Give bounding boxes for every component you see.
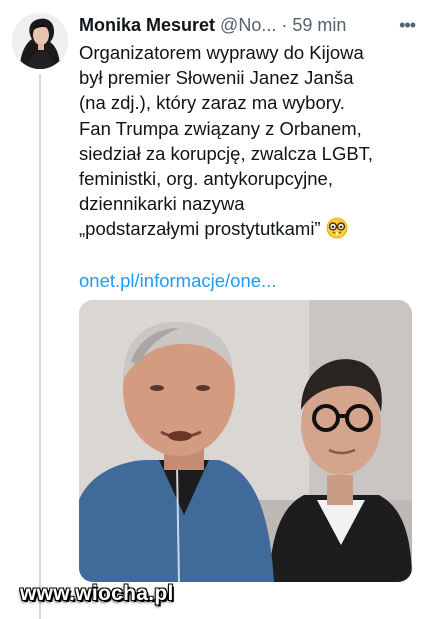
- author-handle[interactable]: @No...: [220, 15, 276, 35]
- photo-image: [79, 300, 412, 582]
- tweet-text-line: (na zdj.), który zaraz ma wybory.: [79, 92, 345, 114]
- tweet-photo[interactable]: [79, 300, 412, 582]
- tweet-text-line: Organizatorem wyprawy do Kijowa: [79, 42, 364, 63]
- avatar[interactable]: [12, 13, 68, 69]
- more-horizontal-icon[interactable]: •••: [399, 12, 416, 38]
- thread-line: [39, 74, 41, 619]
- tweet-text-line-with-emoji: „podstarzałymi prostytutkami”: [79, 216, 419, 241]
- tweet-text-line: Fan Trumpa związany z Orbanem,: [79, 117, 362, 139]
- separator-dot: ·: [281, 15, 288, 35]
- author-name[interactable]: Monika Mesuret: [79, 15, 215, 35]
- nerd-face-emoji-icon: [326, 218, 348, 239]
- tweet-text-line: „podstarzałymi prostytutkami”: [79, 218, 321, 240]
- tweet-text: Organizatorem wyprawy do Kijowa był prem…: [79, 40, 419, 242]
- tweet-header: Monika Mesuret @No... · 59 min •••: [79, 12, 419, 38]
- tweet-text-line: feministki, org. antykorupcyjne,: [79, 168, 333, 190]
- tweet-text-line: siedział za korupcję, zwalcza LGBT,: [79, 142, 374, 164]
- tweet-text-line: był premier Słowenii Janez Janša: [79, 67, 354, 89]
- tweet-timestamp[interactable]: 59 min: [292, 15, 346, 35]
- tweet-text-line: dziennikarki nazywa: [79, 193, 245, 215]
- article-link[interactable]: onet.pl/informacje/one...: [79, 270, 276, 292]
- avatar-image: [12, 13, 68, 69]
- watermark: www.wiocha.pl: [20, 582, 174, 605]
